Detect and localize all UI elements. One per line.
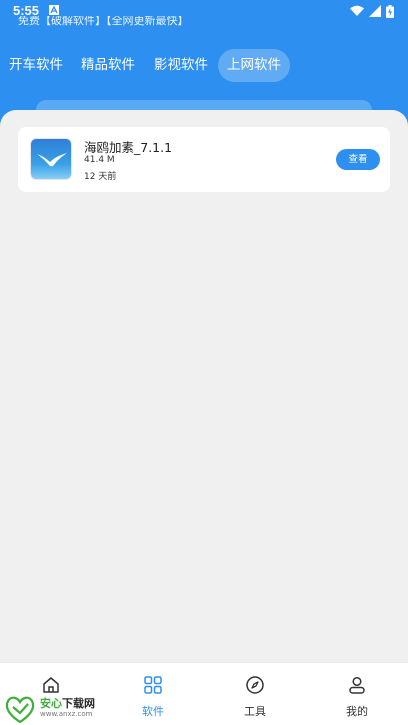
watermark-brand-dark: 下载网 <box>62 697 95 710</box>
notification-a-icon <box>49 5 59 15</box>
nav-item-mine[interactable]: 我的 <box>306 663 408 725</box>
battery-icon <box>386 4 394 18</box>
tab-premium-software[interactable]: 精品软件 <box>74 49 142 82</box>
nav-label-software: 软件 <box>142 705 164 718</box>
category-tabs: 开车软件 精品软件 影视软件 上网软件 <box>0 49 408 82</box>
app-list-item[interactable]: 海鸥加素_7.1.1 41.4 M 12 天前 查看 <box>18 127 390 192</box>
nav-item-tools[interactable]: 工具 <box>204 663 306 725</box>
grid-icon <box>144 676 162 694</box>
watermark-brand-green: 安心 <box>40 697 62 710</box>
nav-item-software[interactable]: 软件 <box>102 663 204 725</box>
tab-car-software[interactable]: 开车软件 <box>2 49 70 82</box>
header-subtitle: 免费【破解软件】【全网更新最快】 <box>18 16 189 27</box>
watermark-brand: 安心下载网 <box>40 695 95 711</box>
tab-internet-software[interactable]: 上网软件 <box>218 49 290 82</box>
watermark-url: www.anxz.com <box>40 710 93 718</box>
seagull-app-icon <box>30 138 72 180</box>
home-icon <box>43 677 59 693</box>
content-panel <box>0 110 408 670</box>
signal-icon <box>369 5 381 17</box>
tab-video-software[interactable]: 影视软件 <box>147 49 215 82</box>
wifi-icon <box>350 5 364 16</box>
app-size: 41.4 M <box>84 155 115 165</box>
status-icons <box>350 4 394 18</box>
app-updated: 12 天前 <box>84 172 117 182</box>
user-icon <box>349 676 365 694</box>
app-name: 海鸥加素_7.1.1 <box>84 140 173 155</box>
compass-icon <box>246 676 264 694</box>
watermark-logo-icon <box>5 696 35 723</box>
nav-label-mine: 我的 <box>346 705 368 718</box>
watermark: 安心下载网 www.anxz.com <box>2 694 112 724</box>
nav-label-tools: 工具 <box>244 705 266 718</box>
view-button[interactable]: 查看 <box>336 149 380 170</box>
